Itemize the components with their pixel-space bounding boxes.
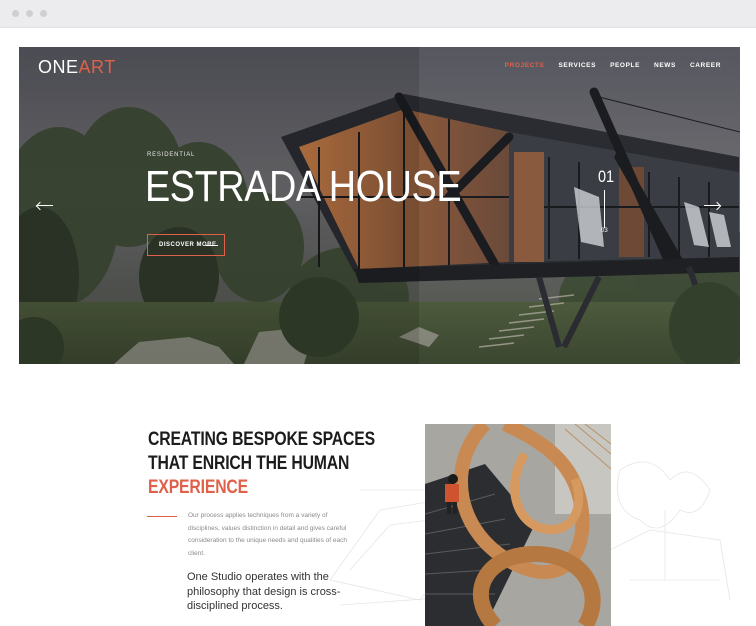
accent-divider (147, 516, 177, 517)
intro-paragraph-small: Our process applies techniques from a va… (188, 512, 348, 557)
nav-item-career[interactable]: CAREER (690, 62, 721, 69)
slide-current-number: 01 (598, 167, 615, 186)
hero-title: ESTRADA HOUSE (145, 162, 462, 211)
nav-item-services[interactable]: SERVICES (559, 62, 597, 69)
intro-headline: CREATING BESPOKE SPACES THAT ENRICH THE … (148, 428, 375, 500)
window-close-dot[interactable] (12, 10, 19, 17)
arrow-right-icon[interactable] (704, 201, 722, 210)
discover-more-button[interactable]: DISCOVER MORE (147, 234, 225, 256)
slide-total-number: 03 (601, 228, 608, 234)
browser-chrome (0, 0, 756, 28)
main-nav: PROJECTS SERVICES PEOPLE NEWS CAREER (505, 62, 721, 69)
staircase-image (425, 424, 611, 626)
logo-text-one: ONE (38, 57, 79, 77)
headline-line-2: THAT ENRICH THE HUMAN (148, 453, 350, 474)
hero-slider: ONEART PROJECTS SERVICES PEOPLE NEWS CAR… (19, 47, 740, 364)
nav-item-people[interactable]: PEOPLE (610, 62, 640, 69)
headline-accent: EXPERIENCE (148, 477, 249, 498)
logo-text-art: ART (78, 57, 116, 77)
arrow-right-small-icon (206, 245, 218, 246)
hero-category: RESIDENTIAL (147, 152, 196, 158)
window-minimize-dot[interactable] (26, 10, 33, 17)
intro-paragraph-large: One Studio operates with the philosophy … (187, 571, 341, 612)
slide-progress-line (604, 190, 605, 228)
arrow-left-icon[interactable] (35, 201, 53, 210)
site-logo[interactable]: ONEART (38, 57, 116, 78)
nav-item-news[interactable]: NEWS (654, 62, 676, 69)
nav-item-projects[interactable]: PROJECTS (505, 62, 545, 69)
window-maximize-dot[interactable] (40, 10, 47, 17)
spiral-staircase-photo (425, 424, 611, 626)
headline-line-1: CREATING BESPOKE SPACES (148, 429, 375, 450)
